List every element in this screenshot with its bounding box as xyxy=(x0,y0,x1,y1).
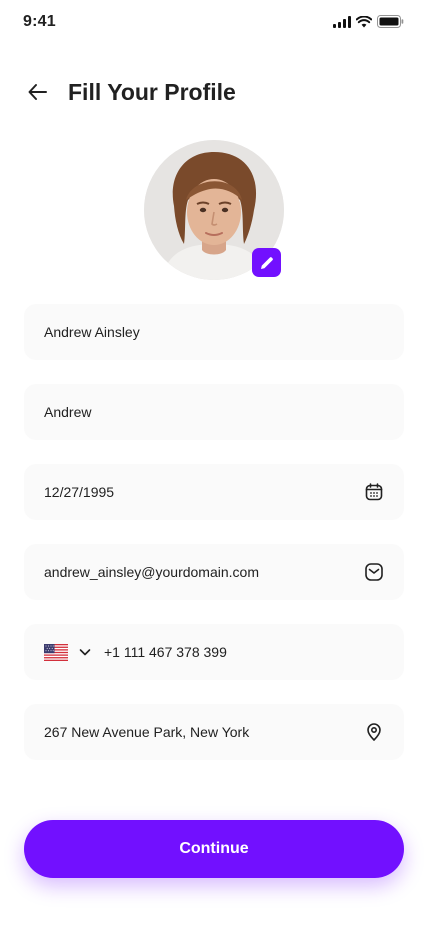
status-bar: 9:41 xyxy=(0,0,428,44)
status-time: 9:41 xyxy=(23,13,56,30)
location-pin-icon xyxy=(364,722,384,742)
chevron-down-icon[interactable] xyxy=(78,645,92,659)
full-name-field[interactable]: Andrew Ainsley xyxy=(24,304,404,360)
edit-avatar-button[interactable] xyxy=(252,248,281,277)
continue-button[interactable]: Continue xyxy=(24,820,404,878)
arrow-left-icon xyxy=(28,84,47,100)
nickname-value: Andrew xyxy=(44,404,92,420)
address-value: 267 New Avenue Park, New York xyxy=(44,724,250,740)
back-button[interactable] xyxy=(24,78,52,106)
date-of-birth-value: 12/27/1995 xyxy=(44,484,115,500)
phone-field[interactable]: +1 111 467 378 399 xyxy=(24,624,404,680)
email-field[interactable]: andrew_ainsley@yourdomain.com xyxy=(24,544,404,600)
nickname-field[interactable]: Andrew xyxy=(24,384,404,440)
address-field[interactable]: 267 New Avenue Park, New York xyxy=(24,704,404,760)
signal-icon xyxy=(333,15,351,28)
avatar-container xyxy=(144,140,284,280)
phone-value: +1 111 467 378 399 xyxy=(104,644,227,660)
status-icons xyxy=(333,15,404,28)
calendar-icon[interactable] xyxy=(364,482,384,502)
header: Fill Your Profile xyxy=(24,76,236,108)
pencil-icon xyxy=(260,256,273,269)
page-title: Fill Your Profile xyxy=(68,78,236,105)
mail-icon xyxy=(364,562,384,582)
email-value: andrew_ainsley@yourdomain.com xyxy=(44,564,259,580)
wifi-icon xyxy=(356,15,372,27)
us-flag-icon[interactable] xyxy=(44,643,68,661)
date-of-birth-field[interactable]: 12/27/1995 xyxy=(24,464,404,520)
full-name-value: Andrew Ainsley xyxy=(44,324,140,340)
battery-icon xyxy=(377,15,404,28)
